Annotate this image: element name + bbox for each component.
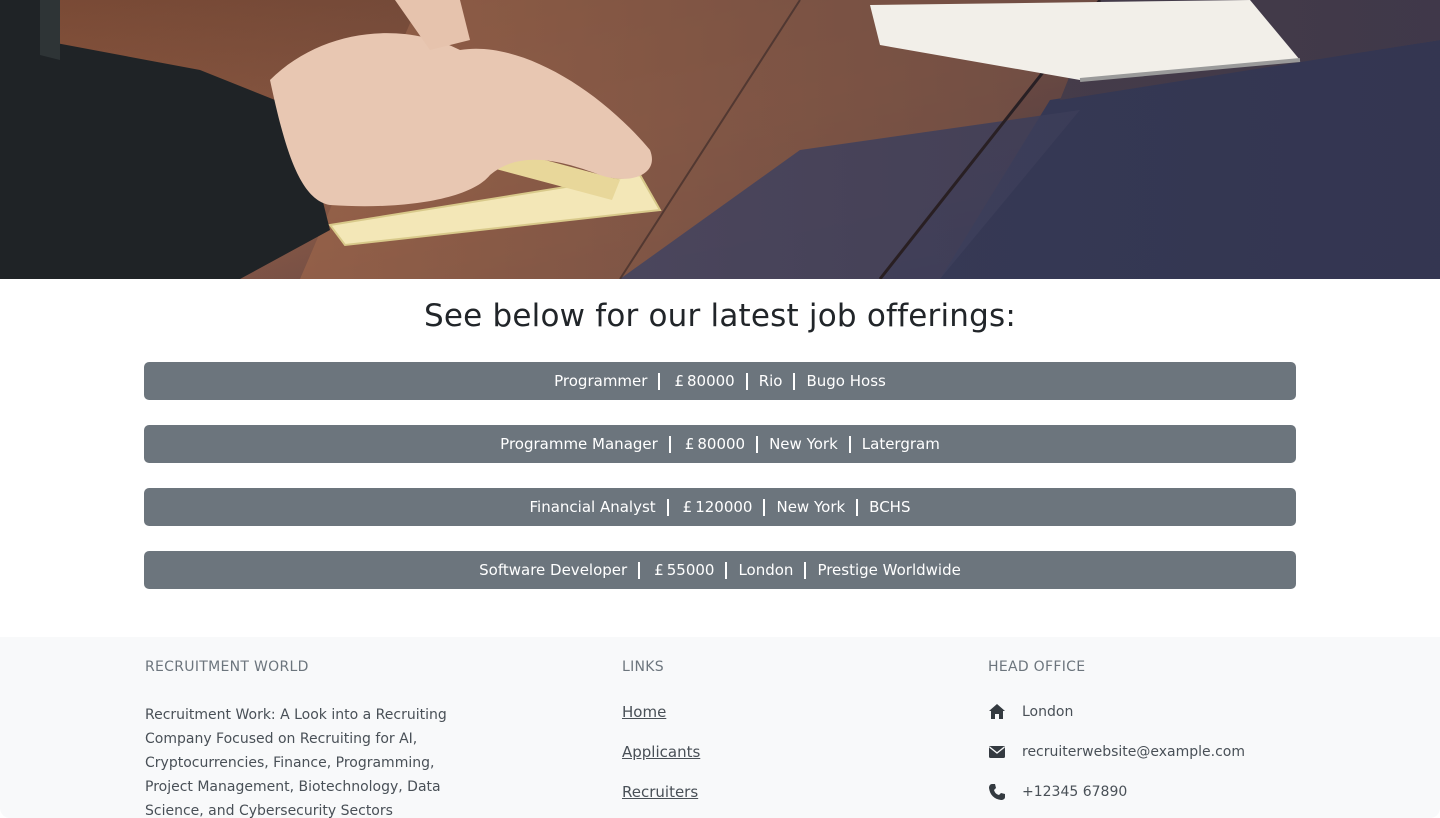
- job-item[interactable]: Programmer £ 80000 Rio Bugo Hoss: [144, 362, 1296, 400]
- separator: [793, 372, 796, 390]
- footer-link-applicants[interactable]: Applicants: [622, 743, 700, 761]
- job-location: Rio: [758, 372, 783, 390]
- separator: [638, 561, 641, 579]
- job-location: London: [738, 561, 794, 579]
- currency-symbol: £: [674, 372, 684, 390]
- job-company: BCHS: [869, 498, 911, 516]
- job-title: Financial Analyst: [529, 498, 656, 516]
- job-company: Latergram: [861, 435, 940, 453]
- job-location: New York: [776, 498, 846, 516]
- hero-image: [0, 0, 1440, 279]
- brand-description: Recruitment Work: A Look into a Recruiti…: [145, 707, 447, 818]
- separator: [756, 435, 759, 453]
- job-company: Prestige Worldwide: [817, 561, 961, 579]
- job-salary: 120000: [695, 498, 753, 516]
- footer-link-home[interactable]: Home: [622, 703, 666, 721]
- envelope-icon: [988, 743, 1006, 761]
- office-phone: +12345 67890: [988, 783, 1127, 801]
- brand-title: RECRUITMENT WORLD: [145, 659, 309, 675]
- job-item[interactable]: Financial Analyst £ 120000 New York BCHS: [144, 488, 1296, 526]
- office-title: HEAD OFFICE: [988, 659, 1086, 675]
- job-company: Bugo Hoss: [806, 372, 886, 390]
- desk-writing-photo: [0, 0, 1440, 279]
- job-item[interactable]: Programme Manager £ 80000 New York Later…: [144, 425, 1296, 463]
- address-text: London: [1022, 704, 1074, 720]
- home-icon: [988, 703, 1006, 721]
- job-salary: 80000: [686, 372, 735, 390]
- currency-symbol: £: [654, 561, 664, 579]
- job-salary: 55000: [666, 561, 715, 579]
- separator: [745, 372, 748, 390]
- separator: [668, 435, 671, 453]
- currency-symbol: £: [682, 498, 693, 516]
- separator: [763, 498, 766, 516]
- job-list: Programmer £ 80000 Rio Bugo Hoss Program…: [144, 362, 1296, 614]
- job-item[interactable]: Software Developer £ 55000 London Presti…: [144, 551, 1296, 589]
- job-title: Software Developer: [479, 561, 628, 579]
- job-offerings-heading: See below for our latest job offerings:: [424, 298, 1016, 334]
- email-text: recruiterwebsite@example.com: [1022, 744, 1245, 760]
- site-footer: RECRUITMENT WORLD Recruitment Work: A Lo…: [0, 637, 1440, 818]
- separator: [856, 498, 859, 516]
- phone-icon: [988, 783, 1006, 801]
- separator: [848, 435, 851, 453]
- separator: [725, 561, 728, 579]
- job-title: Programmer: [554, 372, 648, 390]
- footer-link-recruiters[interactable]: Recruiters: [622, 783, 698, 801]
- separator: [666, 498, 669, 516]
- links-title: LINKS: [622, 659, 664, 675]
- separator: [658, 372, 661, 390]
- job-salary: 80000: [697, 435, 746, 453]
- separator: [804, 561, 807, 579]
- office-email: recruiterwebsite@example.com: [988, 743, 1245, 761]
- office-address: London: [988, 703, 1073, 721]
- phone-text: +12345 67890: [1022, 784, 1128, 800]
- job-title: Programme Manager: [500, 435, 658, 453]
- currency-symbol: £: [684, 435, 695, 453]
- job-location: New York: [769, 435, 838, 453]
